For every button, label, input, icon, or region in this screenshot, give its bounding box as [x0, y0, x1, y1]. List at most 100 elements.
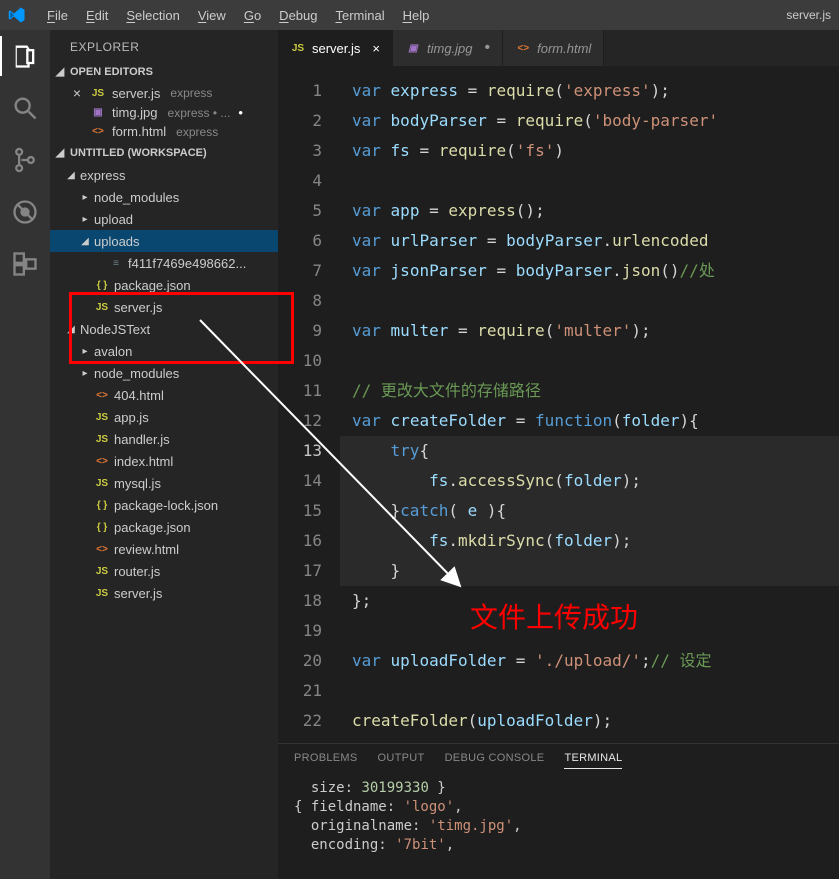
json-file-icon: { } — [94, 278, 110, 292]
menu-go[interactable]: Go — [235, 4, 270, 27]
modified-dot-icon: • — [485, 39, 491, 57]
file-item[interactable]: JS server.js — [50, 582, 278, 604]
folder-item[interactable]: ◢ uploads — [50, 230, 278, 252]
chevron-right-icon: ▸ — [80, 192, 90, 203]
folder-item[interactable]: ▸node_modules — [50, 186, 278, 208]
menu-selection[interactable]: Selection — [117, 4, 188, 27]
file-item[interactable]: JS router.js — [50, 560, 278, 582]
json-file-icon: { } — [94, 498, 110, 512]
editor-tab[interactable]: <>form.html — [503, 30, 604, 66]
vscode-logo-icon — [8, 6, 26, 24]
file-tree: ◢express▸node_modules▸upload◢uploads≡f41… — [50, 162, 278, 606]
open-editor-item[interactable]: <>form.htmlexpress — [50, 122, 278, 141]
chevron-right-icon: ▸ — [80, 368, 90, 379]
menu-edit[interactable]: Edit — [77, 4, 117, 27]
file-item[interactable]: <> 404.html — [50, 384, 278, 406]
panel-tab-output[interactable]: OUTPUT — [378, 752, 425, 769]
debug-icon[interactable] — [11, 198, 39, 226]
close-icon[interactable]: × — [372, 41, 380, 56]
folder-item[interactable]: ▸upload — [50, 208, 278, 230]
code-area[interactable]: 12345678910111213141516171819202122 var … — [278, 66, 839, 743]
panel-tabs: PROBLEMS OUTPUT DEBUG CONSOLE TERMINAL — [278, 744, 839, 775]
file-item[interactable]: JSserver.js — [50, 296, 278, 318]
item-label: NodeJSText — [80, 322, 150, 337]
chevron-down-icon: ◢ — [54, 65, 66, 78]
line-gutter: 12345678910111213141516171819202122 — [278, 66, 340, 743]
open-editors-header[interactable]: ◢ OPEN EDITORS — [50, 62, 278, 81]
html-file-icon: <> — [94, 454, 110, 468]
file-item[interactable]: JSmysql.js — [50, 472, 278, 494]
search-icon[interactable] — [11, 94, 39, 122]
chevron-down-icon: ◢ — [80, 236, 90, 247]
close-icon[interactable]: × — [70, 85, 84, 101]
img-file-icon: ▣ — [90, 106, 106, 120]
file-item[interactable]: ≡ f411f7469e498662... — [50, 252, 278, 274]
file-item[interactable]: { }package-lock.json — [50, 494, 278, 516]
js-file-icon: JS — [90, 86, 106, 100]
item-label: router.js — [114, 564, 160, 579]
file-item[interactable]: <> review.html — [50, 538, 278, 560]
code-content[interactable]: var express = require('express');var bod… — [340, 66, 839, 743]
js-file-icon: JS — [94, 586, 110, 600]
item-label: server.js — [114, 586, 162, 601]
txt-file-icon: ≡ — [108, 256, 124, 270]
item-label: server.js — [114, 300, 162, 315]
item-label: review.html — [114, 542, 179, 557]
chevron-down-icon: ◢ — [54, 146, 66, 159]
editor-tabs: JSserver.js×▣timg.jpg•<>form.html — [278, 30, 839, 66]
img-file-icon: ▣ — [405, 41, 421, 55]
open-editors-label: OPEN EDITORS — [70, 66, 153, 78]
menu-terminal[interactable]: Terminal — [326, 4, 393, 27]
item-label: app.js — [114, 410, 149, 425]
editor-tab[interactable]: JSserver.js× — [278, 30, 393, 66]
chevron-down-icon: ◢ — [66, 324, 76, 335]
menu-debug[interactable]: Debug — [270, 4, 326, 27]
menu-view[interactable]: View — [189, 4, 235, 27]
panel-tab-terminal[interactable]: TERMINAL — [564, 752, 622, 769]
folder-item[interactable]: ◢ NodeJSText — [50, 318, 278, 340]
item-label: uploads — [94, 234, 140, 249]
html-file-icon: <> — [90, 125, 106, 139]
open-editor-item[interactable]: ×JSserver.jsexpress — [50, 83, 278, 103]
menu-file[interactable]: File — [38, 4, 77, 27]
file-item[interactable]: JSapp.js — [50, 406, 278, 428]
file-item[interactable]: JShandler.js — [50, 428, 278, 450]
source-control-icon[interactable] — [11, 146, 39, 174]
open-editor-item[interactable]: ▣timg.jpgexpress • ...• — [50, 103, 278, 122]
open-editors-list: ×JSserver.jsexpress▣timg.jpgexpress • ..… — [50, 81, 278, 143]
folder-item[interactable]: ▸ node_modules — [50, 362, 278, 384]
workspace-header[interactable]: ◢ UNTITLED (WORKSPACE) — [50, 143, 278, 162]
activity-bar — [0, 30, 50, 879]
html-file-icon: <> — [94, 542, 110, 556]
item-label: package.json — [114, 520, 191, 535]
item-label: index.html — [114, 454, 173, 469]
html-file-icon: <> — [94, 388, 110, 402]
item-label: package.json — [114, 278, 191, 293]
chevron-down-icon: ◢ — [66, 170, 76, 181]
panel-tab-debug-console[interactable]: DEBUG CONSOLE — [445, 752, 545, 769]
main-menu: FileEditSelectionViewGoDebugTerminalHelp — [38, 4, 438, 27]
extensions-icon[interactable] — [11, 250, 39, 278]
item-label: node_modules — [94, 366, 179, 381]
js-file-icon: JS — [94, 564, 110, 578]
panel-tab-problems[interactable]: PROBLEMS — [294, 752, 358, 769]
menu-help[interactable]: Help — [394, 4, 439, 27]
file-item[interactable]: { }package.json — [50, 516, 278, 538]
file-name: form.html — [112, 124, 166, 139]
item-label: handler.js — [114, 432, 170, 447]
tab-label: timg.jpg — [427, 41, 473, 56]
item-label: 404.html — [114, 388, 164, 403]
editor-tab[interactable]: ▣ timg.jpg • — [393, 30, 503, 66]
item-label: avalon — [94, 344, 132, 359]
folder-item[interactable]: ▸avalon — [50, 340, 278, 362]
js-file-icon: JS — [94, 476, 110, 490]
explorer-icon[interactable] — [11, 42, 39, 70]
file-desc: express — [170, 86, 212, 100]
file-item[interactable]: { } package.json — [50, 274, 278, 296]
item-label: f411f7469e498662... — [128, 256, 246, 271]
folder-item[interactable]: ◢express — [50, 164, 278, 186]
file-item[interactable]: <> index.html — [50, 450, 278, 472]
editor-area: JSserver.js×▣timg.jpg•<>form.html 123456… — [278, 30, 839, 879]
terminal-output[interactable]: size: 30199330 } { fieldname: 'logo', or… — [278, 775, 839, 879]
tab-label: server.js — [312, 41, 360, 56]
